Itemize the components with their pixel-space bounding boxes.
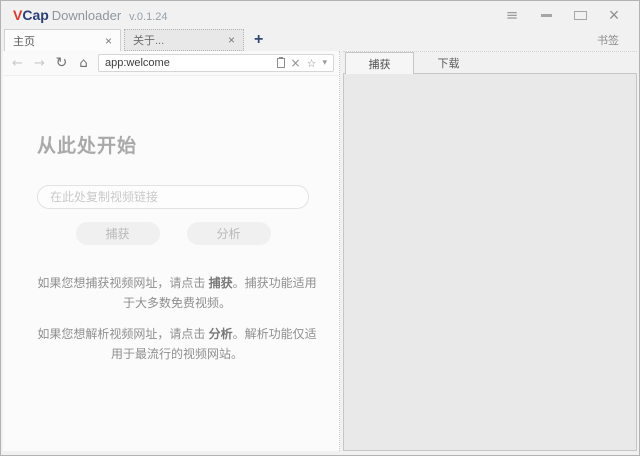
clear-icon[interactable]: ×	[291, 57, 301, 69]
capture-button[interactable]: 捕获	[76, 222, 160, 245]
minimize-icon	[541, 14, 552, 17]
new-tab-button[interactable]: +	[244, 29, 273, 51]
logo-v: V	[13, 7, 22, 23]
menu-icon[interactable]: ≡	[495, 1, 529, 29]
side-panel-tabs: 捕获 下载	[343, 52, 637, 74]
logo-product: Downloader	[52, 8, 121, 23]
home-icon[interactable]: ⌂	[74, 57, 93, 70]
app-version: v.0.1.24	[129, 11, 167, 23]
tab-about[interactable]: 关于... ×	[124, 29, 244, 51]
capture-help-prefix: 如果您想捕获视频网址，请点击	[37, 276, 208, 290]
browser-pane: ← → ↻ ⌂ app:welcome × ☆ ▾ 从此处开始	[3, 51, 340, 451]
maximize-button[interactable]	[563, 1, 597, 29]
address-bar[interactable]: app:welcome × ☆ ▾	[98, 54, 334, 72]
action-buttons: 捕获 分析	[37, 222, 309, 245]
minimize-button[interactable]	[529, 1, 563, 29]
capture-panel	[343, 73, 637, 451]
bookmarks-button[interactable]: 书签	[577, 29, 639, 51]
address-bar-icons: × ☆ ▾	[277, 57, 327, 69]
tab-download[interactable]: 下载	[414, 52, 483, 74]
tab-about-label: 关于...	[133, 32, 164, 48]
analyze-help-text: 如果您想解析视频网址，请点击 分析。解析功能仅适用于最流行的视频网站。	[37, 324, 317, 364]
window-controls: ≡ ×	[495, 1, 631, 29]
tab-close-icon[interactable]: ×	[228, 34, 235, 46]
paste-icon[interactable]	[277, 58, 285, 68]
analyze-help-prefix: 如果您想解析视频网址，请点击	[37, 327, 208, 341]
tab-capture[interactable]: 捕获	[345, 52, 414, 74]
back-icon[interactable]: ←	[8, 57, 27, 70]
tab-home-label: 主页	[13, 33, 35, 49]
capture-help-bold: 捕获	[209, 276, 233, 290]
app-logo: V Cap Downloader v.0.1.24	[13, 7, 168, 23]
tab-close-icon[interactable]: ×	[105, 35, 112, 47]
maximize-icon	[574, 11, 587, 20]
page-title: 从此处开始	[37, 131, 339, 158]
title-bar: V Cap Downloader v.0.1.24 ≡ ×	[1, 1, 639, 29]
app-window: V Cap Downloader v.0.1.24 ≡ × 主页 × 关于...…	[0, 0, 640, 456]
dropdown-icon[interactable]: ▾	[322, 59, 327, 68]
capture-help-text: 如果您想捕获视频网址，请点击 捕获。捕获功能适用于大多数免费视频。	[37, 273, 317, 313]
refresh-icon[interactable]: ↻	[52, 56, 71, 70]
navigation-bar: ← → ↻ ⌂ app:welcome × ☆ ▾	[3, 51, 339, 76]
forward-icon[interactable]: →	[30, 57, 49, 70]
logo-cap: Cap	[22, 7, 48, 23]
analyze-button[interactable]: 分析	[187, 222, 271, 245]
browser-tab-bar: 主页 × 关于... × + 书签	[1, 29, 639, 51]
analyze-help-bold: 分析	[209, 327, 233, 341]
tab-home[interactable]: 主页 ×	[4, 29, 121, 51]
tab-strip: 主页 × 关于... × +	[4, 29, 273, 51]
main-content: ← → ↻ ⌂ app:welcome × ☆ ▾ 从此处开始	[1, 51, 639, 455]
video-link-input[interactable]	[37, 185, 309, 209]
address-text[interactable]: app:welcome	[105, 57, 277, 69]
welcome-page: 从此处开始 捕获 分析 如果您想捕获视频网址，请点击 捕获。捕获功能适用于大多数…	[3, 76, 339, 451]
side-panel: 捕获 下载	[343, 51, 637, 451]
close-button[interactable]: ×	[597, 1, 631, 29]
star-icon[interactable]: ☆	[307, 58, 317, 69]
